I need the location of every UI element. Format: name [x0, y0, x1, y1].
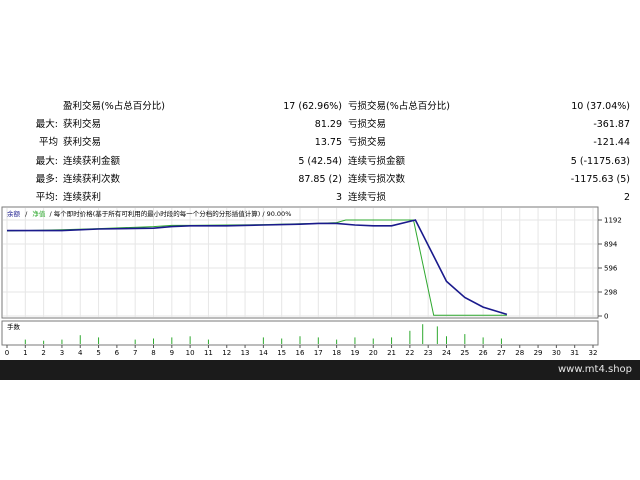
x-tick-label: 15 [277, 349, 286, 357]
x-tick-label: 0 [5, 349, 9, 357]
stat-name-left: 连续获利次数 [63, 173, 121, 185]
stat-row: 最大: 获利交易 81.29 亏损交易 -361.87 [0, 116, 640, 134]
stat-row: 盈利交易(%占总百分比) 17 (62.96%) 亏损交易(%占总百分比) 10 (3… [0, 98, 640, 116]
x-tick-label: 17 [314, 349, 323, 357]
x-tick-label: 18 [332, 349, 341, 357]
x-tick-label: 4 [78, 349, 83, 357]
x-tick-label: 28 [515, 349, 524, 357]
y-tick-label: 1192 [604, 217, 622, 225]
stat-value-right: -1175.63 (5) [570, 173, 630, 185]
y-tick-label: 298 [604, 289, 617, 297]
stat-value-right: -121.44 [593, 137, 630, 149]
stat-prefix: 最大: [35, 119, 58, 131]
stat-value-left: 13.75 [314, 137, 342, 149]
x-tick-label: 13 [241, 349, 250, 357]
stat-value-left: 5 (42.54) [298, 155, 342, 167]
x-tick-label: 20 [369, 349, 378, 357]
x-tick-label: 19 [350, 349, 359, 357]
stat-name-right: 亏损交易(%占总百分比) [348, 101, 450, 112]
stat-prefix: 最大: [35, 155, 58, 167]
x-tick-label: 9 [170, 349, 174, 357]
balance-chart: 1192 894 596 298 0 0 1 2 3 4 5 6 7 8 9 10 11 12 13 14 15 16 1… [0, 205, 640, 360]
stat-name-right: 亏损交易 [348, 137, 387, 149]
stat-row: 平均 获利交易 13.75 亏损交易 -121.44 [0, 134, 640, 152]
footer-bar: www.mt4.shop [0, 360, 640, 380]
x-tick-label: 32 [589, 349, 598, 357]
balance-chart-svg: 11928945962980 0 1 2 3 4 5 6 7 8 9 10 11 12 13 14 15 16 1… [1, 206, 622, 357]
stat-name-left: 获利交易 [63, 137, 102, 149]
stat-name-left: 获利交易 [63, 119, 102, 131]
stat-value-left: 17 (62.96%) [283, 101, 342, 112]
x-tick-label: 6 [115, 349, 120, 357]
x-tick-label: 2 [41, 349, 45, 357]
x-tick-label: 31 [570, 349, 579, 357]
x-tick-label: 27 [497, 349, 506, 357]
stat-value-left: 81.29 [314, 119, 342, 131]
chart-legend: 余额 / 净值 / 每个即时价格(基于所有可利用的最小时段的每一个分档的分形插值… [7, 209, 291, 218]
legend-equity: 净值 [32, 209, 46, 218]
x-tick-label: 3 [60, 349, 64, 357]
site-watermark: www.mt4.shop [557, 364, 632, 375]
stat-value-right: 5 (-1175.63) [570, 155, 630, 167]
x-tick-label: 25 [460, 349, 469, 357]
stat-name-left: 盈利交易(%占总百分比) [63, 101, 165, 112]
x-tick-label: 23 [424, 349, 433, 357]
x-tick-label: 11 [204, 349, 213, 357]
volume-label: 手数 [7, 322, 21, 331]
x-tick-label: 12 [222, 349, 231, 357]
x-tick-label: 16 [296, 349, 305, 357]
stat-prefix: 平均 [38, 137, 58, 149]
stat-name-right: 亏损交易 [348, 119, 387, 131]
stat-prefix: 最多: [35, 173, 58, 185]
stat-name-left: 连续获利金额 [63, 155, 121, 167]
x-tick-label: 7 [133, 349, 137, 357]
x-tick-label: 5 [96, 349, 100, 357]
y-tick-label: 0 [604, 313, 608, 321]
x-tick-label: 14 [259, 349, 268, 357]
x-tick-label: 26 [479, 349, 488, 357]
x-tick-label: 24 [442, 349, 451, 357]
stat-row: 最多: 连续获利次数 87.85 (2) 连续亏损次数 -1175.63 (5) [0, 171, 640, 189]
legend-separator: / [25, 210, 28, 218]
stat-value-right: -361.87 [593, 119, 630, 131]
x-tick-label: 29 [534, 349, 543, 357]
legend-description: / 每个即时价格(基于所有可利用的最小时段的每一个分档的分形插值计算) / 90… [49, 209, 291, 218]
x-tick-label: 10 [186, 349, 195, 357]
stat-row: 最大: 连续获利金额 5 (42.54) 连续亏损金额 5 (-1175.63) [0, 153, 640, 171]
stat-value-right: 10 (37.04%) [571, 101, 630, 112]
x-tick-label: 8 [151, 349, 155, 357]
y-tick-label: 596 [604, 265, 618, 273]
x-tick-label: 21 [387, 349, 396, 357]
stat-value-left: 87.85 (2) [298, 173, 342, 185]
x-tick-label: 1 [23, 349, 27, 357]
x-tick-label: 22 [405, 349, 414, 357]
y-tick-label: 894 [604, 241, 618, 249]
stat-name-right: 连续亏损金额 [348, 155, 406, 167]
x-tick-label: 30 [552, 349, 561, 357]
stat-name-right: 连续亏损次数 [348, 173, 406, 185]
legend-balance: 余额 [7, 209, 21, 218]
